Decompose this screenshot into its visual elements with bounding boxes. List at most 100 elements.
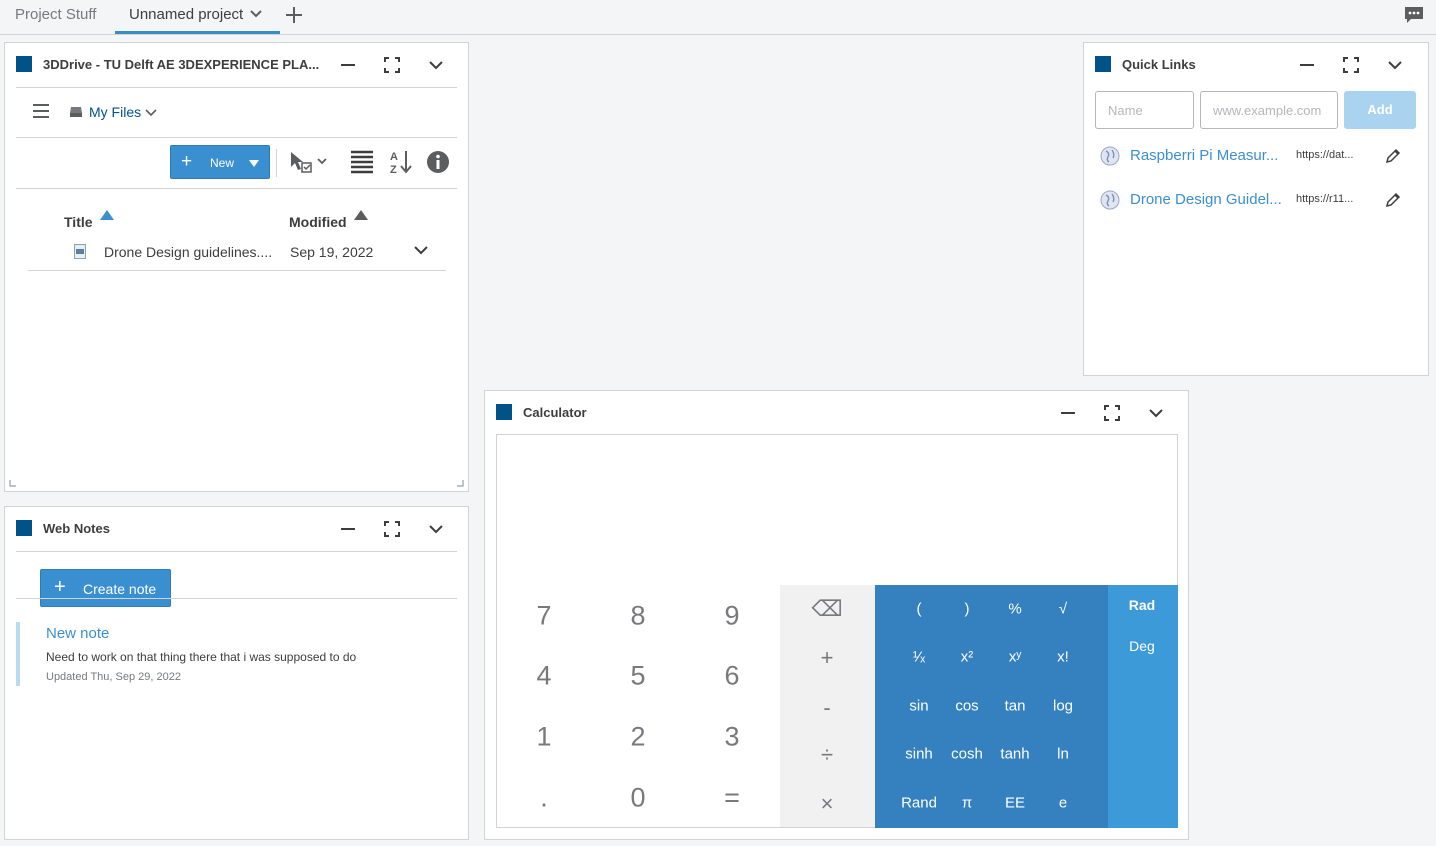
chevron-down-icon[interactable] [1385, 55, 1405, 75]
key-4[interactable]: 4 [536, 661, 551, 692]
key-reciprocal[interactable]: ¹⁄ₓ [913, 649, 925, 666]
chevron-down-icon[interactable] [426, 55, 446, 75]
key-cos[interactable]: cos [955, 698, 978, 715]
key-tan[interactable]: tan [1005, 698, 1026, 715]
chevron-down-icon[interactable] [414, 245, 428, 255]
note-accent-bar [16, 622, 20, 686]
key-1[interactable]: 1 [536, 722, 551, 753]
key-2[interactable]: 2 [630, 722, 645, 753]
key-minus[interactable]: - [823, 695, 830, 721]
key-cosh[interactable]: cosh [951, 746, 983, 763]
list-view-icon[interactable] [350, 150, 374, 174]
sort-icon[interactable]: AZ [389, 149, 413, 175]
widget-title: Calculator [523, 405, 587, 420]
mode-rad[interactable]: Rad [1129, 597, 1155, 613]
key-sinh[interactable]: sinh [905, 746, 933, 763]
key-e[interactable]: e [1059, 795, 1067, 812]
minimize-icon[interactable] [338, 55, 358, 75]
scientific-pad: ( ) % √ ¹⁄ₓ x² xʸ x! sin cos tan log sin… [875, 585, 1108, 828]
divider [16, 188, 457, 189]
edit-pencil-icon[interactable] [1384, 147, 1402, 165]
link-name[interactable]: Drone Design Guidel... [1130, 191, 1290, 208]
minimize-icon[interactable] [1058, 403, 1078, 423]
note-updated: Updated Thu, Sep 29, 2022 [46, 671, 181, 683]
create-note-button[interactable]: + Create note [40, 569, 171, 607]
top-tab-bar: Project Stuff Unnamed project [0, 0, 1436, 35]
chevron-down-icon[interactable] [249, 9, 263, 19]
key-square[interactable]: x² [961, 649, 974, 666]
resize-handle-icon[interactable] [9, 479, 17, 487]
edit-pencil-icon[interactable] [1384, 191, 1402, 209]
tab-unnamed-project[interactable]: Unnamed project [115, 0, 280, 34]
maximize-icon[interactable] [1341, 55, 1361, 75]
key-ln[interactable]: ln [1057, 746, 1069, 763]
hamburger-menu-icon[interactable] [31, 101, 51, 121]
key-tanh[interactable]: tanh [1000, 746, 1029, 763]
operator-pad: ⌫ + - ÷ × [780, 585, 875, 828]
link-url: https://dat... [1296, 149, 1354, 161]
key-6[interactable]: 6 [724, 661, 739, 692]
key-plus[interactable]: + [821, 645, 834, 671]
key-pi[interactable]: π [962, 795, 972, 812]
chevron-down-icon[interactable] [426, 519, 446, 539]
new-button[interactable]: + New [170, 145, 270, 179]
new-button-label: New [210, 156, 235, 170]
maximize-icon[interactable] [1102, 403, 1122, 423]
widget-header: Quick Links [1084, 43, 1428, 87]
plus-icon: + [181, 151, 193, 172]
table-row[interactable]: Drone Design guidelines.... Sep 19, 2022 [28, 233, 446, 271]
key-close-paren[interactable]: ) [965, 601, 970, 618]
drive-icon [70, 107, 82, 117]
divider [16, 87, 457, 88]
resize-handle-icon[interactable] [456, 479, 464, 487]
select-mode-icon[interactable] [288, 149, 332, 175]
key-factorial[interactable]: x! [1057, 649, 1069, 666]
key-8[interactable]: 8 [630, 601, 645, 632]
key-sin[interactable]: sin [909, 698, 928, 715]
maximize-icon[interactable] [382, 55, 402, 75]
minimize-icon[interactable] [338, 519, 358, 539]
key-rand[interactable]: Rand [901, 795, 937, 812]
svg-text:A: A [390, 151, 398, 163]
key-power[interactable]: xʸ [1009, 649, 1021, 666]
add-link-button[interactable]: Add [1344, 91, 1416, 129]
add-tab-icon[interactable] [284, 5, 304, 25]
svg-text:Z: Z [390, 164, 397, 175]
widget-header: Web Notes [5, 507, 468, 551]
tab-project-stuff[interactable]: Project Stuff [15, 0, 96, 34]
link-name-input[interactable]: Name [1095, 91, 1194, 129]
widget-header: 3DDrive - TU Delft AE 3DEXPERIENCE PLA..… [5, 43, 468, 87]
calculator-widget: Calculator 7 8 9 4 5 6 1 2 3 . 0 = ⌫ + -… [484, 390, 1189, 840]
key-9[interactable]: 9 [724, 601, 739, 632]
key-percent[interactable]: % [1008, 601, 1021, 618]
key-open-paren[interactable]: ( [917, 601, 922, 618]
key-ee[interactable]: EE [1005, 795, 1025, 812]
calculator-display [496, 434, 1178, 585]
brand-logo-icon [1095, 56, 1111, 72]
minimize-icon[interactable] [1297, 55, 1317, 75]
link-name[interactable]: Raspberri Pi Measur... [1130, 147, 1290, 164]
column-header-title[interactable]: Title [64, 214, 93, 230]
info-icon[interactable] [426, 150, 450, 174]
column-header-modified[interactable]: Modified [289, 214, 347, 230]
key-sqrt[interactable]: √ [1059, 601, 1067, 618]
chevron-down-icon [145, 109, 157, 117]
key-equals[interactable]: = [724, 783, 740, 814]
chevron-down-icon[interactable] [1146, 403, 1166, 423]
drive-widget: 3DDrive - TU Delft AE 3DEXPERIENCE PLA..… [4, 42, 469, 492]
key-decimal[interactable]: . [540, 783, 548, 814]
key-multiply[interactable]: × [821, 791, 834, 817]
widget-title: Web Notes [43, 521, 110, 536]
key-3[interactable]: 3 [724, 722, 739, 753]
key-7[interactable]: 7 [536, 601, 551, 632]
key-5[interactable]: 5 [630, 661, 645, 692]
key-log[interactable]: log [1053, 698, 1073, 715]
chat-icon[interactable] [1403, 5, 1425, 25]
mode-deg[interactable]: Deg [1129, 638, 1155, 654]
link-url-input[interactable]: www.example.com [1200, 91, 1338, 129]
maximize-icon[interactable] [382, 519, 402, 539]
note-title: New note [46, 625, 110, 642]
key-divide[interactable]: ÷ [821, 742, 833, 768]
key-0[interactable]: 0 [630, 783, 645, 814]
backspace-key[interactable]: ⌫ [811, 596, 842, 622]
